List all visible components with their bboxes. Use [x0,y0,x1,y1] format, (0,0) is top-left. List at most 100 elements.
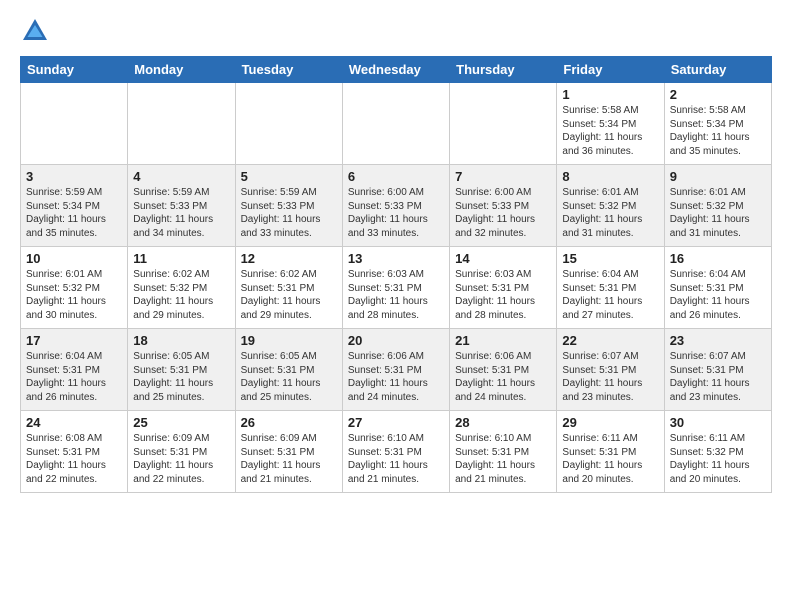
day-info: Sunrise: 6:07 AM Sunset: 5:31 PM Dayligh… [562,350,658,404]
day-info: Sunrise: 6:06 AM Sunset: 5:31 PM Dayligh… [455,350,551,404]
calendar-table: SundayMondayTuesdayWednesdayThursdayFrid… [20,56,772,493]
day-info: Sunrise: 6:00 AM Sunset: 5:33 PM Dayligh… [455,186,551,240]
day-info: Sunrise: 5:58 AM Sunset: 5:34 PM Dayligh… [670,104,766,158]
calendar-cell: 11 Sunrise: 6:02 AM Sunset: 5:32 PM Dayli… [128,247,235,329]
day-info: Sunrise: 6:01 AM Sunset: 5:32 PM Dayligh… [26,268,122,322]
day-number: 8 [562,169,658,184]
calendar-cell: 12Sunrise: 6:02 AM Sunset: 5:31 PM Dayli… [235,247,342,329]
day-number: 11 [133,251,229,266]
calendar-cell: 29 Sunrise: 6:11 AM Sunset: 5:31 PM Dayli… [557,411,664,493]
calendar-cell: 24 Sunrise: 6:08 AM Sunset: 5:31 PM Dayli… [21,411,128,493]
calendar-week-row: 10 Sunrise: 6:01 AM Sunset: 5:32 PM Dayli… [21,247,772,329]
day-info: Sunrise: 6:10 AM Sunset: 5:31 PM Dayligh… [348,432,444,486]
weekday-header-row: SundayMondayTuesdayWednesdayThursdayFrid… [21,57,772,83]
day-info: Sunrise: 6:11 AM Sunset: 5:32 PM Dayligh… [670,432,766,486]
day-number: 7 [455,169,551,184]
calendar-cell: 15 Sunrise: 6:04 AM Sunset: 5:31 PM Dayli… [557,247,664,329]
day-number: 4 [133,169,229,184]
day-number: 25 [133,415,229,430]
day-info: Sunrise: 6:07 AM Sunset: 5:31 PM Dayligh… [670,350,766,404]
calendar-cell: 8 Sunrise: 6:01 AM Sunset: 5:32 PM Daylig… [557,165,664,247]
day-number: 18 [133,333,229,348]
calendar-cell [235,83,342,165]
calendar-cell: 19Sunrise: 6:05 AM Sunset: 5:31 PM Dayli… [235,329,342,411]
calendar-cell [128,83,235,165]
day-number: 26 [241,415,337,430]
day-number: 21 [455,333,551,348]
day-info: Sunrise: 6:01 AM Sunset: 5:32 PM Dayligh… [670,186,766,240]
day-number: 29 [562,415,658,430]
day-number: 14 [455,251,551,266]
day-number: 17 [26,333,122,348]
calendar-cell: 23Sunrise: 6:07 AM Sunset: 5:31 PM Dayli… [664,329,771,411]
calendar-cell: 14 Sunrise: 6:03 AM Sunset: 5:31 PM Dayli… [450,247,557,329]
day-info: Sunrise: 6:08 AM Sunset: 5:31 PM Dayligh… [26,432,122,486]
day-info: Sunrise: 6:09 AM Sunset: 5:31 PM Dayligh… [241,432,337,486]
day-number: 24 [26,415,122,430]
calendar-cell: 18Sunrise: 6:05 AM Sunset: 5:31 PM Dayli… [128,329,235,411]
calendar-cell: 2 Sunrise: 5:58 AM Sunset: 5:34 PM Daylig… [664,83,771,165]
day-number: 2 [670,87,766,102]
page: SundayMondayTuesdayWednesdayThursdayFrid… [0,0,792,509]
weekday-header-wednesday: Wednesday [342,57,449,83]
day-number: 12 [241,251,337,266]
weekday-header-friday: Friday [557,57,664,83]
calendar-cell: 9 Sunrise: 6:01 AM Sunset: 5:32 PM Daylig… [664,165,771,247]
calendar-cell: 13Sunrise: 6:03 AM Sunset: 5:31 PM Dayli… [342,247,449,329]
day-number: 15 [562,251,658,266]
day-number: 30 [670,415,766,430]
calendar-cell: 10 Sunrise: 6:01 AM Sunset: 5:32 PM Dayli… [21,247,128,329]
calendar-cell: 26 Sunrise: 6:09 AM Sunset: 5:31 PM Dayli… [235,411,342,493]
day-info: Sunrise: 6:11 AM Sunset: 5:31 PM Dayligh… [562,432,658,486]
calendar-week-row: 24 Sunrise: 6:08 AM Sunset: 5:31 PM Dayli… [21,411,772,493]
weekday-header-thursday: Thursday [450,57,557,83]
day-number: 20 [348,333,444,348]
calendar-cell: 21 Sunrise: 6:06 AM Sunset: 5:31 PM Dayli… [450,329,557,411]
calendar-cell: 6 Sunrise: 6:00 AM Sunset: 5:33 PM Daylig… [342,165,449,247]
calendar-cell: 4 Sunrise: 5:59 AM Sunset: 5:33 PM Daylig… [128,165,235,247]
day-number: 22 [562,333,658,348]
day-number: 10 [26,251,122,266]
calendar-cell [342,83,449,165]
day-number: 16 [670,251,766,266]
day-info: Sunrise: 6:04 AM Sunset: 5:31 PM Dayligh… [670,268,766,322]
calendar-cell: 30 Sunrise: 6:11 AM Sunset: 5:32 PM Dayli… [664,411,771,493]
weekday-header-tuesday: Tuesday [235,57,342,83]
calendar-cell: 5 Sunrise: 5:59 AM Sunset: 5:33 PM Daylig… [235,165,342,247]
day-info: Sunrise: 6:10 AM Sunset: 5:31 PM Dayligh… [455,432,551,486]
day-number: 5 [241,169,337,184]
calendar-cell: 27 Sunrise: 6:10 AM Sunset: 5:31 PM Dayli… [342,411,449,493]
weekday-header-saturday: Saturday [664,57,771,83]
day-info: Sunrise: 6:00 AM Sunset: 5:33 PM Dayligh… [348,186,444,240]
day-info: Sunrise: 6:04 AM Sunset: 5:31 PM Dayligh… [562,268,658,322]
calendar-cell: 1Sunrise: 5:58 AM Sunset: 5:34 PM Daylig… [557,83,664,165]
day-number: 6 [348,169,444,184]
day-info: Sunrise: 6:01 AM Sunset: 5:32 PM Dayligh… [562,186,658,240]
calendar-cell: 7 Sunrise: 6:00 AM Sunset: 5:33 PM Daylig… [450,165,557,247]
calendar-cell [450,83,557,165]
day-number: 13 [348,251,444,266]
day-info: Sunrise: 5:59 AM Sunset: 5:33 PM Dayligh… [241,186,337,240]
day-info: Sunrise: 6:05 AM Sunset: 5:31 PM Dayligh… [241,350,337,404]
day-info: Sunrise: 6:04 AM Sunset: 5:31 PM Dayligh… [26,350,122,404]
calendar-cell: 17 Sunrise: 6:04 AM Sunset: 5:31 PM Dayli… [21,329,128,411]
calendar-cell [21,83,128,165]
day-info: Sunrise: 6:06 AM Sunset: 5:31 PM Dayligh… [348,350,444,404]
logo [20,16,54,46]
day-info: Sunrise: 6:03 AM Sunset: 5:31 PM Dayligh… [455,268,551,322]
day-info: Sunrise: 6:02 AM Sunset: 5:32 PM Dayligh… [133,268,229,322]
day-number: 28 [455,415,551,430]
day-info: Sunrise: 5:59 AM Sunset: 5:34 PM Dayligh… [26,186,122,240]
header [20,16,772,46]
calendar-cell: 28 Sunrise: 6:10 AM Sunset: 5:31 PM Dayli… [450,411,557,493]
weekday-header-sunday: Sunday [21,57,128,83]
calendar-week-row: 1Sunrise: 5:58 AM Sunset: 5:34 PM Daylig… [21,83,772,165]
logo-icon [20,16,50,46]
day-number: 27 [348,415,444,430]
calendar-cell: 3 Sunrise: 5:59 AM Sunset: 5:34 PM Daylig… [21,165,128,247]
day-number: 9 [670,169,766,184]
calendar-week-row: 17 Sunrise: 6:04 AM Sunset: 5:31 PM Dayli… [21,329,772,411]
day-number: 3 [26,169,122,184]
day-info: Sunrise: 5:58 AM Sunset: 5:34 PM Dayligh… [562,104,658,158]
day-info: Sunrise: 5:59 AM Sunset: 5:33 PM Dayligh… [133,186,229,240]
